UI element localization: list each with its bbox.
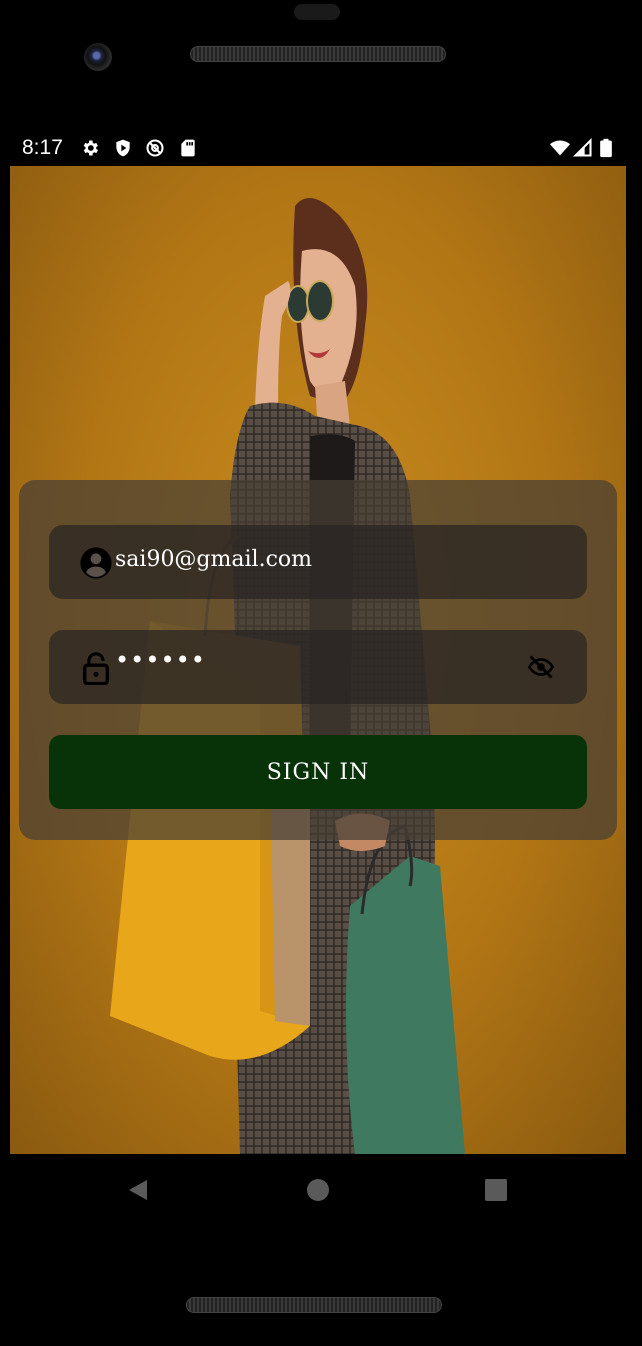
password-value: •••••• [115,646,206,674]
gear-icon [83,140,98,156]
front-camera [84,43,112,71]
status-time: 8:17 [22,136,63,159]
account-circle-icon [80,547,112,579]
wifi-icon [550,140,570,156]
device-notch [294,4,340,20]
at-sign-icon [146,139,164,157]
back-icon[interactable] [126,1178,150,1202]
visibility-off-icon[interactable] [525,653,557,681]
sign-in-button[interactable]: SIGN IN [49,735,587,809]
status-bar: 8:17 [10,132,626,166]
password-field[interactable]: •••••• [49,630,587,704]
login-card: sai90@gmail.com •••••• SIGN IN [19,480,617,840]
home-icon[interactable] [306,1178,330,1202]
email-field[interactable]: sai90@gmail.com [49,525,587,599]
lock-open-icon [82,652,110,685]
app-screen: sai90@gmail.com •••••• SIGN IN [10,166,626,1154]
recents-icon[interactable] [484,1178,508,1202]
sd-card-icon [181,139,195,157]
bottom-speaker [186,1297,442,1313]
battery-icon [600,138,612,158]
earpiece-speaker [190,46,446,62]
navigation-bar [10,1154,626,1226]
email-value: sai90@gmail.com [115,547,312,572]
signal-icon [573,138,592,157]
shield-icon [116,139,130,157]
